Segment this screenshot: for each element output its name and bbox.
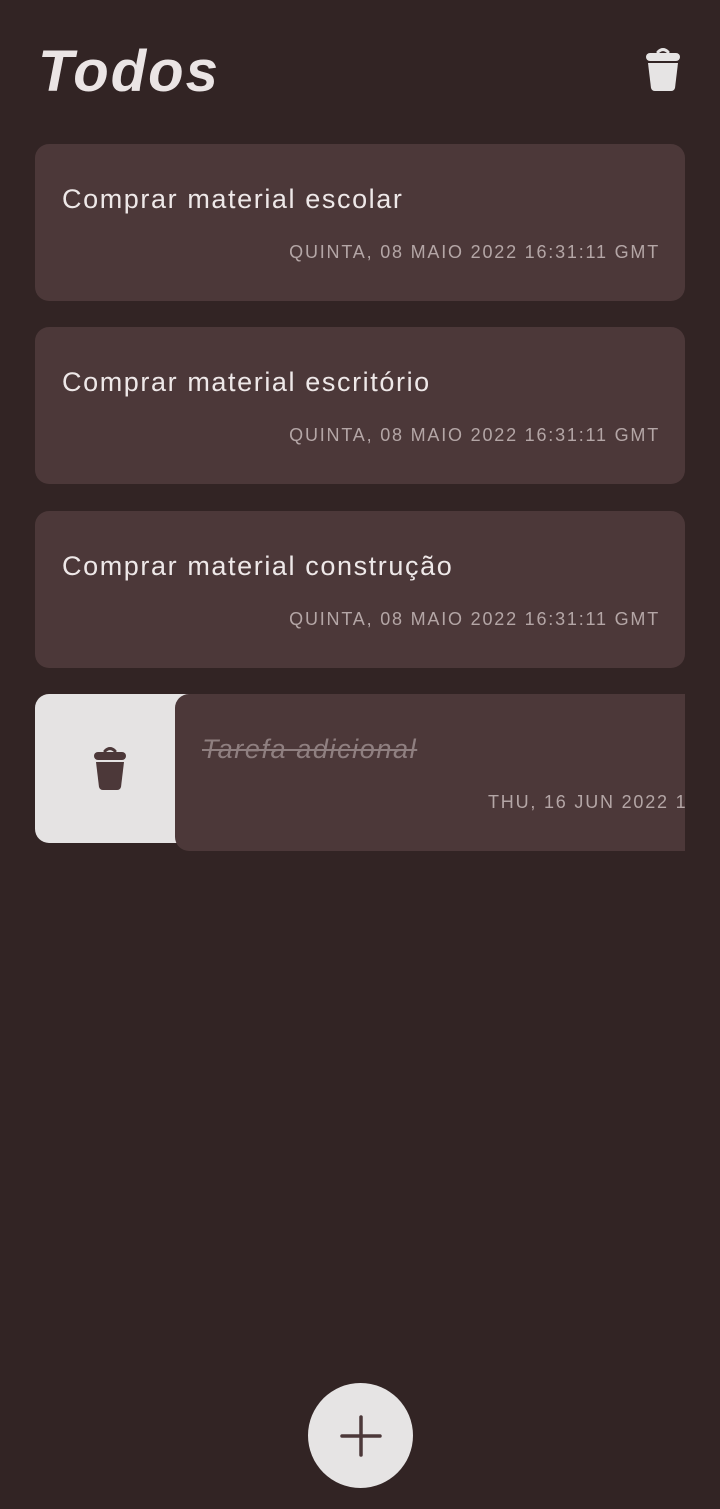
todo-date: THU, 16 JUN 2022 11	[488, 792, 685, 812]
todo-title: Tarefa adicional	[202, 734, 418, 764]
trash-icon	[94, 747, 126, 790]
todo-date: QUINTA, 08 MAIO 2022 16:31:11 GMT	[289, 425, 660, 445]
page-title: Todos	[38, 39, 220, 104]
todo-date: QUINTA, 08 MAIO 2022 16:31:11 GMT	[289, 242, 660, 262]
todo-item[interactable]: Comprar material escolar QUINTA, 08 MAIO…	[35, 144, 685, 301]
todo-title: Comprar material construção	[62, 551, 454, 581]
todo-item-completed[interactable]: Tarefa adicional THU, 16 JUN 2022 11	[175, 694, 685, 851]
todo-item[interactable]: Comprar material escritório QUINTA, 08 M…	[35, 327, 685, 484]
clear-completed-button[interactable]	[640, 44, 686, 94]
todo-title: Comprar material escolar	[62, 184, 404, 214]
todo-item[interactable]: Comprar material construção QUINTA, 08 M…	[35, 511, 685, 668]
plus-icon	[339, 1414, 382, 1457]
add-todo-button[interactable]	[308, 1383, 413, 1488]
todo-title: Comprar material escritório	[62, 367, 431, 397]
trash-icon	[646, 48, 680, 91]
todo-date: QUINTA, 08 MAIO 2022 16:31:11 GMT	[289, 609, 660, 629]
swipe-todo-row[interactable]: Tarefa adicional THU, 16 JUN 2022 11	[35, 694, 685, 851]
